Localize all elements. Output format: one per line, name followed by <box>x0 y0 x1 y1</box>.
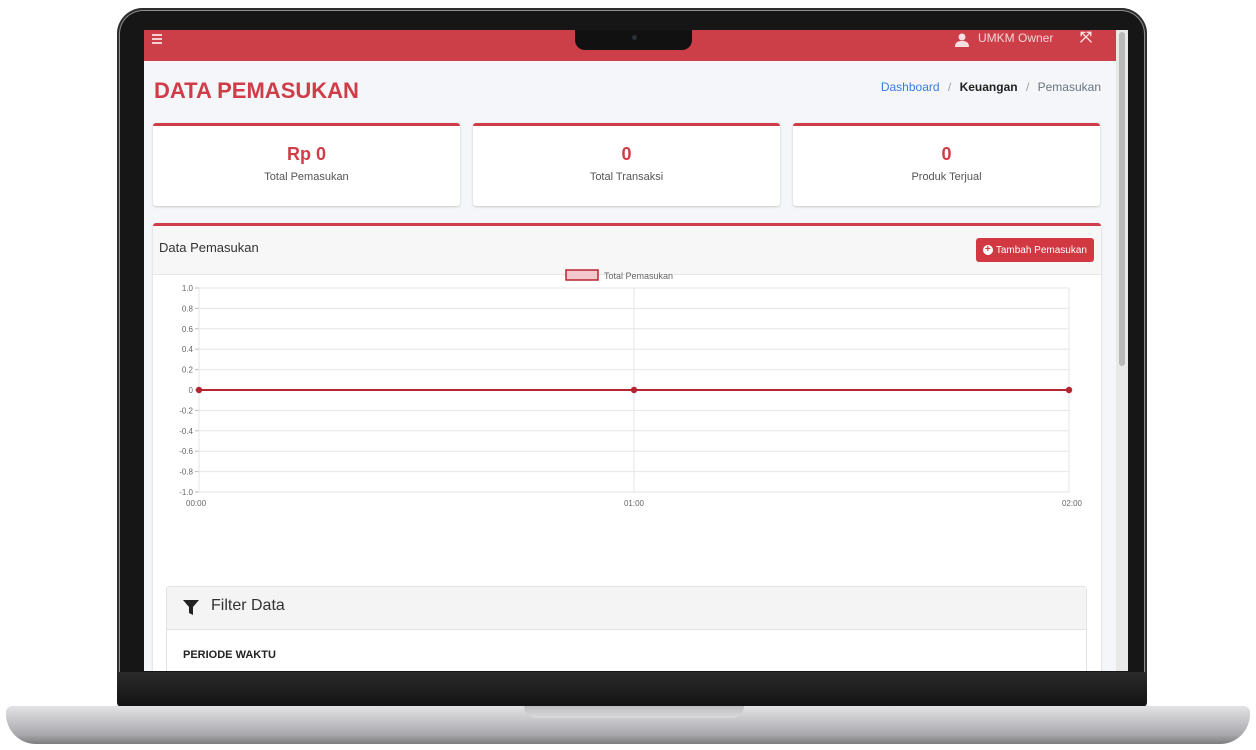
y-tick-label: -0.2 <box>179 406 193 415</box>
period-label: PERIODE WAKTU <box>183 649 276 661</box>
y-tick-label: 1.0 <box>182 284 194 293</box>
breadcrumb-separator: / <box>947 80 952 94</box>
page-title: DATA PEMASUKAN <box>154 78 359 103</box>
stat-card-total-transaksi: 0 Total Transaksi <box>473 123 780 206</box>
breadcrumb-separator: / <box>1025 80 1030 94</box>
breadcrumb-pemasukan: Pemasukan <box>1037 80 1101 94</box>
filter-panel: Filter Data PERIODE WAKTU <box>166 586 1087 671</box>
user-name[interactable]: UMKM Owner <box>978 31 1053 45</box>
y-tick-label: -0.4 <box>179 427 193 436</box>
filter-header[interactable]: Filter Data <box>167 587 1086 630</box>
legend-swatch <box>565 269 599 281</box>
y-tick-label: 0.6 <box>182 325 194 334</box>
laptop-base-notch <box>524 706 744 718</box>
x-tick-label: 02:00 <box>1062 499 1083 508</box>
y-tick-label: -0.8 <box>179 468 193 477</box>
screen: UMKM Owner ⤧ DATA PEMASUKAN Dashboard / … <box>144 30 1128 671</box>
income-line-chart: Total Pemasukan 1.0 0.8 0.6 0.4 0.2 0 -0.2 -0.4 -… <box>179 269 1083 508</box>
card-title: Data Pemasukan <box>159 240 259 255</box>
x-tick-label: 00:00 <box>186 499 207 508</box>
stat-value: 0 <box>621 144 632 164</box>
x-tick-label: 01:00 <box>624 499 645 508</box>
expand-icon[interactable]: ⤧ <box>1080 30 1092 46</box>
y-tick-label: 0.2 <box>182 366 194 375</box>
y-tick-label: 0 <box>189 386 194 395</box>
filter-icon <box>183 600 199 615</box>
stat-value: 0 <box>941 144 952 164</box>
breadcrumb-keuangan[interactable]: Keuangan <box>960 80 1018 94</box>
camera-icon <box>632 35 637 40</box>
laptop-bezel-bottom <box>117 672 1147 708</box>
camera-notch <box>575 30 692 50</box>
legend-label: Total Pemasukan <box>604 271 673 281</box>
add-button-label: Tambah Pemasukan <box>995 244 1087 256</box>
scrollbar-thumb[interactable] <box>1119 32 1125 366</box>
stat-label: Produk Terjual <box>911 171 982 183</box>
hamburger-icon[interactable] <box>152 34 162 46</box>
stat-card-produk-terjual: 0 Produk Terjual <box>793 123 1100 206</box>
stat-label: Total Pemasukan <box>264 171 349 183</box>
y-tick-label: 0.4 <box>182 345 194 354</box>
data-point <box>630 386 638 394</box>
filter-title: Filter Data <box>211 597 285 614</box>
y-tick-label: -0.6 <box>179 447 193 456</box>
user-icon[interactable] <box>954 33 970 47</box>
card-header: Data Pemasukan + Tambah Pemasukan <box>153 226 1101 275</box>
data-point <box>1065 386 1073 394</box>
stat-value: Rp 0 <box>286 144 326 164</box>
y-tick-label: 0.8 <box>182 304 194 313</box>
add-pemasukan-button[interactable]: + Tambah Pemasukan <box>975 238 1094 262</box>
plus-circle-icon: + <box>982 245 993 255</box>
breadcrumb-dashboard[interactable]: Dashboard <box>881 80 940 94</box>
data-point <box>195 386 203 394</box>
stat-label: Total Transaksi <box>589 171 664 183</box>
stat-card-total-pemasukan: Rp 0 Total Pemasukan <box>153 123 460 206</box>
breadcrumb: Dashboard / Keuangan / Pemasukan <box>881 80 1101 94</box>
y-tick-label: -1.0 <box>179 488 193 497</box>
